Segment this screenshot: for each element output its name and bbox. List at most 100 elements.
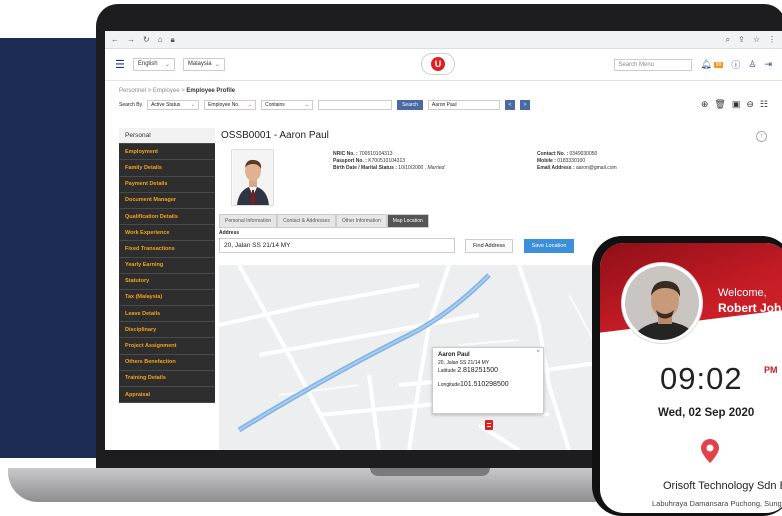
sidebar-item-appraisal[interactable]: Appraisal — [119, 387, 215, 404]
contact-row: Contact No. : 0349030050 — [537, 151, 617, 158]
chevron-down-icon: ⌄ — [190, 101, 196, 108]
back-icon[interactable]: ← — [111, 35, 119, 44]
nric-value: 700510104313 — [359, 151, 393, 157]
employee-photo-image — [232, 150, 273, 205]
sidebar-item-payment-details[interactable]: Payment Details — [119, 176, 215, 193]
home-icon[interactable]: ⌂ — [158, 35, 163, 44]
tab-contact-addresses[interactable]: Contact & Addresses — [277, 214, 336, 228]
tab-map-location[interactable]: Map Location — [386, 214, 429, 228]
save-icon[interactable]: ▣ — [732, 99, 741, 110]
hamburger-menu-icon[interactable]: ☰ — [115, 58, 125, 71]
chevron-down-icon: ⌄ — [304, 101, 310, 108]
birth-label: Birth Date / Marital Status : — [333, 165, 397, 172]
popup-name: Aaron Paul — [438, 352, 470, 358]
sidebar-item-qualification-details[interactable]: Qualification Details — [119, 208, 215, 226]
toolbar: ⊕ 🗑︎ ▣ ⊖ ☷ — [701, 99, 768, 110]
save-location-button[interactable]: Save Location — [524, 239, 574, 253]
user-icon[interactable]: ♙ — [748, 59, 756, 70]
field-select[interactable]: Employee No. ⌄ — [204, 99, 257, 110]
language-select[interactable]: English ⌄ — [132, 58, 175, 71]
search-input[interactable] — [318, 99, 393, 110]
employee-info-left: NRIC No. : 700510104313 Passport No. : K… — [333, 151, 444, 173]
location-pin-icon — [701, 439, 719, 468]
welcome-text: Welcome, — [718, 287, 767, 299]
list-icon[interactable]: ☷ — [760, 99, 768, 110]
tab-personal-information[interactable]: Personal Information — [219, 214, 278, 228]
tab-other-information[interactable]: Other Information — [335, 214, 387, 228]
breadcrumb-employee[interactable]: Employee — [153, 88, 180, 94]
app-header: ☰ English ⌄ Malaysia ⌄ U Search Menu 🔔︎ 99… — [105, 49, 782, 81]
sidebar-item-employment[interactable]: Employment — [119, 144, 215, 161]
employee-photo — [231, 149, 274, 206]
browser-toolbar: ← → ↻ ⌂ 🔒︎ ⌕ ⇪ ☆ ⋮ — [105, 31, 782, 49]
add-icon[interactable]: ⊕ — [701, 99, 709, 110]
company-name: Orisoft Technology Sdn Bhd — [663, 480, 782, 492]
status-select[interactable]: Active Status ⌄ — [147, 99, 200, 110]
latitude-value: 2.818251500 — [457, 367, 499, 374]
find-address-button[interactable]: Find Address — [465, 239, 513, 253]
close-icon[interactable]: × — [536, 349, 540, 357]
address-input[interactable]: 20, Jalan SS 21/14 MY — [219, 238, 455, 253]
sidebar-item-others-benefaction[interactable]: Others Benefaction — [119, 354, 215, 371]
bookmark-icon[interactable]: ☆ — [753, 35, 760, 45]
forward-icon[interactable]: → — [127, 35, 135, 44]
profile-tabs: Personal Information Contact & Addresses… — [219, 214, 429, 228]
latitude-label: Latitude — [438, 368, 456, 374]
sidebar-item-training-details[interactable]: Training Details — [119, 370, 215, 387]
sidebar-item-work-experience[interactable]: Work Experience — [119, 225, 215, 242]
sidebar-item-document-manager[interactable]: Document Manager — [119, 192, 215, 209]
phone-screen: Welcome, Robert John 09:02 PM Wed, 02 Se… — [600, 243, 782, 513]
email-value: aaron@gmail.com — [576, 165, 617, 172]
sidebar: Personal Employment Family Details Payme… — [119, 128, 215, 404]
address-label: Address — [219, 230, 240, 236]
search-bar: Search By Active Status ⌄ Employee No. ⌄ C… — [105, 99, 782, 110]
operator-select[interactable]: Contains ⌄ — [261, 99, 314, 110]
email-row: Email Address : aaron@gmail.com — [537, 165, 617, 172]
marital-value: Married — [427, 165, 445, 172]
chevron-down-icon: ⌄ — [164, 62, 170, 68]
search-result-field[interactable]: Aaron Paul — [427, 99, 500, 110]
nric-label: NRIC No. : — [333, 151, 358, 157]
bell-icon[interactable]: 🔔︎ — [700, 59, 711, 70]
map-marker-icon[interactable] — [485, 420, 493, 430]
breadcrumb: Personnel > Employee > Employee Profile — [119, 88, 236, 94]
search-button[interactable]: Search — [397, 99, 423, 110]
laptop-notch — [370, 468, 490, 476]
mobile-row: Mobile : 0183330100 — [537, 158, 617, 165]
sidebar-item-family-details[interactable]: Family Details — [119, 160, 215, 177]
breadcrumb-personnel[interactable]: Personnel — [119, 88, 146, 94]
share-icon[interactable]: ⇪ — [738, 35, 745, 45]
delete-icon[interactable]: 🗑︎ — [714, 99, 725, 110]
remove-icon[interactable]: ⊖ — [746, 99, 754, 110]
search-by-label: Search By — [119, 101, 143, 108]
sidebar-item-leave-details[interactable]: Leave Details — [119, 306, 215, 323]
sidebar-item-tax[interactable]: Tax (Malaysia) — [119, 289, 215, 307]
employee-title: OSSB0001 - Aaron Paul — [221, 130, 329, 141]
sidebar-item-fixed-transactions[interactable]: Fixed Transactions — [119, 241, 215, 258]
search-menu-input[interactable]: Search Menu — [614, 58, 693, 71]
clock-date: Wed, 02 Sep 2020 — [658, 407, 755, 419]
browser-menu-icon[interactable]: ⋮ — [768, 35, 776, 45]
sidebar-item-personal[interactable]: Personal — [119, 128, 215, 145]
sidebar-item-disciplinary[interactable]: Disciplinary — [119, 322, 215, 339]
logout-icon[interactable]: ⇥ — [764, 59, 772, 70]
help-icon[interactable]: ⓘ — [731, 58, 740, 71]
sidebar-item-statutory[interactable]: Statutory — [119, 273, 215, 290]
company-address: Labuhraya Damansara Puchong, Sungai Bulo… — [652, 499, 782, 508]
longitude-value: 101.510298500 — [459, 380, 509, 388]
zoom-icon[interactable]: ⌕ — [726, 35, 730, 45]
sidebar-item-yearly-earning[interactable]: Yearly Earning — [119, 257, 215, 274]
operator-value: Contains — [265, 101, 285, 108]
country-select[interactable]: Malaysia ⌄ — [182, 58, 225, 71]
reload-icon[interactable]: ↻ — [143, 35, 150, 44]
logo-letter: U — [431, 57, 445, 71]
contact-label: Contact No. : — [537, 151, 569, 157]
sidebar-item-project-assignment[interactable]: Project Assignment — [119, 338, 215, 355]
birth-value: 10/10/2000 , — [398, 165, 427, 172]
scroll-up-icon[interactable]: ↑ — [756, 131, 767, 142]
country-value: Malaysia — [187, 61, 212, 67]
next-button[interactable]: > — [519, 99, 530, 110]
prev-button[interactable]: < — [504, 99, 515, 110]
app-logo[interactable]: U — [421, 53, 455, 75]
popup-latitude-row: Latitude 2.818251500 — [438, 367, 538, 376]
